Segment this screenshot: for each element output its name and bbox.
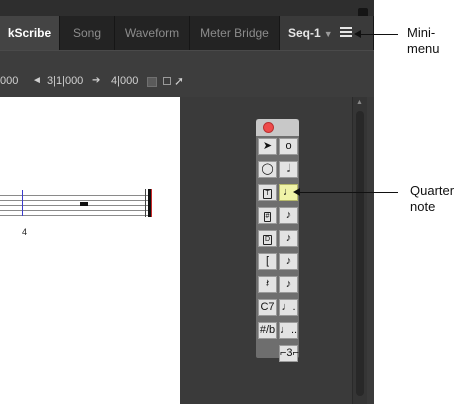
chord-symbol-tool[interactable]: C7 [258, 299, 277, 316]
time-signature-tool[interactable]: #/b [258, 322, 277, 339]
quarter-note-leader [299, 192, 398, 193]
tab-song[interactable]: Song [60, 16, 115, 50]
tab-bar: kScribe Song Waveform Meter Bridge Seq-1… [0, 16, 374, 50]
select-tool[interactable]: ➤ [258, 138, 277, 155]
sixty-fourth-note-icon: ♪ [285, 278, 292, 290]
dotted-note-tool[interactable]: ♩. [279, 299, 298, 316]
sequence-label: Seq-1 [288, 26, 321, 40]
notescribe-window: kScribe Song Waveform Meter Bridge Seq-1… [0, 0, 374, 404]
eighth-note-tool[interactable]: ♪ [279, 207, 298, 224]
position-start[interactable]: 000 [0, 75, 18, 87]
triplet-tool[interactable]: ⌐3⌐ [279, 345, 299, 362]
half-note-icon: 𝅗𝅥 [286, 163, 291, 175]
minimenu-icon[interactable] [340, 27, 352, 37]
thirty-second-note-icon: ♪ [285, 255, 292, 267]
quarter-note-label: Quarter note [410, 183, 455, 214]
erase-icon: o [285, 140, 292, 152]
close-icon[interactable] [263, 122, 274, 133]
sixteenth-note-tool[interactable]: ♪ [279, 230, 298, 247]
half-note-tool[interactable]: 𝅗𝅥 [279, 161, 298, 178]
scrollbar-thumb[interactable] [356, 111, 364, 396]
tool-palette: ➤ o ◯ 𝅗𝅥 T ♩ # ♪ D ♪[♪ 𝄽 ♪ C7 ♩. #/b ♩.. ⌐3⌐ [255, 118, 300, 362]
sixteenth-note-icon: ♪ [285, 232, 292, 244]
chord-symbol-icon: C7 [260, 301, 275, 313]
vertical-scrollbar[interactable]: ▲ [352, 97, 367, 404]
scroll-up-icon[interactable]: ▲ [356, 99, 363, 106]
position-end[interactable]: 4|000 [111, 75, 138, 87]
triplet-icon: ⌐3⌐ [280, 347, 299, 359]
loop-tool[interactable]: ◯ [258, 161, 277, 178]
minimenu-label: Mini- menu [407, 25, 440, 56]
bracket-icon: [ [265, 255, 270, 267]
whole-rest[interactable] [80, 202, 88, 206]
sharp-icon: # [263, 212, 272, 222]
barline [22, 190, 23, 216]
tab-notescribe[interactable]: kScribe [0, 16, 60, 50]
arrow-left-icon[interactable]: ◄ [32, 75, 42, 86]
position-toolbar: 000 ◄ 3|1|000 ➔ 4|000 ➚ [0, 50, 374, 97]
double-dotted-note-icon: ♩.. [280, 324, 298, 336]
tuplet-tool[interactable]: T [258, 184, 277, 201]
double-dotted-note-tool[interactable]: ♩.. [279, 322, 298, 339]
dropdown-toggle[interactable] [147, 77, 157, 87]
tab-meter-bridge[interactable]: Meter Bridge [190, 16, 280, 50]
measure-number: 4 [22, 227, 28, 237]
cursor-icon[interactable]: ➚ [174, 74, 184, 88]
minimenu-leader [360, 34, 398, 35]
tuplet-icon: T [263, 189, 272, 199]
select-icon: ➤ [262, 140, 273, 152]
dotted-note-icon: ♩. [281, 301, 296, 313]
window-top-strip [0, 0, 374, 16]
dynamic-tool[interactable]: D [258, 230, 277, 247]
leader-arrowhead [293, 188, 300, 196]
sixty-fourth-note-tool[interactable]: ♪ [279, 276, 298, 293]
palette-header[interactable] [256, 119, 299, 136]
checkbox[interactable] [163, 77, 171, 85]
dynamic-icon: D [262, 235, 273, 245]
time-signature-icon: #/b [259, 324, 276, 336]
position-current[interactable]: 3|1|000 [47, 75, 83, 87]
bracket-tool[interactable]: [ [258, 253, 277, 270]
rest-icon: 𝄽 [265, 278, 270, 290]
chevron-down-icon: ▼ [323, 29, 333, 39]
erase-tool[interactable]: o [279, 138, 298, 155]
eighth-note-icon: ♪ [285, 209, 292, 221]
sharp-tool[interactable]: # [258, 207, 277, 224]
tab-waveform[interactable]: Waveform [115, 16, 190, 50]
score-area[interactable]: 4 [0, 97, 180, 404]
leader-arrowhead [354, 30, 361, 38]
rest-tool[interactable]: 𝄽 [258, 276, 277, 293]
arrow-right-icon[interactable]: ➔ [92, 75, 100, 86]
playback-end-marker [151, 189, 152, 217]
final-barline-thin [145, 189, 146, 217]
thirty-second-note-tool[interactable]: ♪ [279, 253, 298, 270]
loop-icon: ◯ [261, 163, 274, 175]
